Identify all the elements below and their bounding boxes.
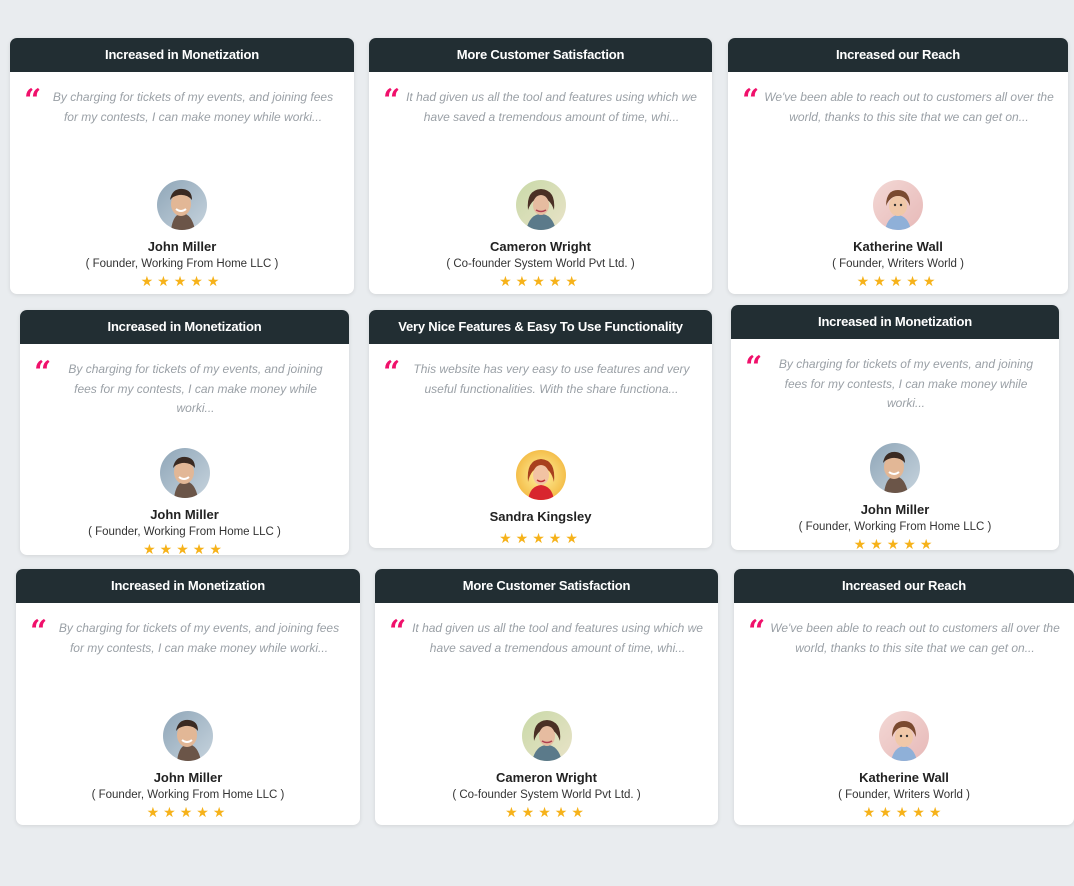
author-name: John Miller	[860, 502, 930, 517]
card-title: Increased our Reach	[728, 38, 1068, 72]
quote-icon: “	[742, 83, 759, 118]
quote-block: “ By charging for tickets of my events, …	[20, 344, 349, 418]
testimonial-card: Increased in Monetization “ By charging …	[10, 38, 354, 294]
avatar	[157, 180, 207, 230]
avatar	[879, 711, 929, 761]
author-role: ( Founder, Writers World )	[838, 789, 970, 801]
avatar	[521, 711, 572, 761]
testimonial-card: More Customer Satisfaction “ It had give…	[375, 569, 718, 825]
star-rating-icon: ★★★★★	[856, 273, 940, 289]
star-rating-icon: ★★★★★	[140, 273, 224, 289]
author-role: ( Founder, Writers World )	[832, 258, 964, 270]
quote-text: By charging for tickets of my events, an…	[778, 357, 1034, 410]
avatar	[163, 711, 213, 761]
avatar	[873, 180, 923, 230]
author-role: ( Founder, Working From Home LLC )	[88, 526, 281, 538]
testimonial-card: Increased in Monetization “ By charging …	[16, 569, 360, 825]
quote-icon: “	[383, 83, 400, 118]
author-name: John Miller	[150, 507, 219, 522]
quote-text: It had given us all the tool and feature…	[406, 90, 697, 124]
quote-text: This website has very easy to use featur…	[413, 362, 690, 396]
avatar	[515, 450, 566, 500]
quote-text: By charging for tickets of my events, an…	[52, 90, 334, 124]
card-title: Increased in Monetization	[16, 569, 360, 603]
quote-block: “ It had given us all the tool and featu…	[375, 603, 718, 677]
star-rating-icon: ★★★★★	[853, 536, 937, 550]
star-rating-icon: ★★★★★	[499, 530, 582, 546]
quote-block: “ By charging for tickets of my events, …	[16, 603, 360, 677]
card-title: Increased in Monetization	[731, 305, 1059, 339]
testimonial-card: Increased in Monetization “ By charging …	[731, 305, 1059, 550]
quote-text: By charging for tickets of my events, an…	[68, 362, 323, 415]
star-rating-icon: ★★★★★	[505, 804, 588, 820]
quote-icon: “	[383, 355, 400, 390]
testimonial-card: Very Nice Features & Easy To Use Functio…	[369, 310, 712, 548]
quote-text: We've been able to reach out to customer…	[770, 621, 1060, 655]
testimonial-card: Increased our Reach “ We've been able to…	[728, 38, 1068, 294]
card-title: Increased our Reach	[734, 569, 1074, 603]
quote-text: We've been able to reach out to customer…	[764, 90, 1054, 124]
quote-block: “ By charging for tickets of my events, …	[731, 339, 1059, 413]
author-role: ( Founder, Working From Home LLC )	[91, 789, 285, 801]
quote-icon: “	[748, 614, 765, 649]
card-title: Very Nice Features & Easy To Use Functio…	[369, 310, 712, 344]
quote-block: “ By charging for tickets of my events, …	[10, 72, 354, 146]
testimonial-card: Increased our Reach “ We've been able to…	[734, 569, 1074, 825]
quote-block: “ This website has very easy to use feat…	[369, 344, 712, 418]
author-name: Cameron Wright	[496, 770, 597, 785]
author-role: ( Founder, Working From Home LLC )	[85, 258, 279, 270]
author-role: ( Co-founder System World Pvt Ltd. )	[452, 789, 641, 801]
author-name: Katherine Wall	[859, 770, 949, 785]
quote-text: By charging for tickets of my events, an…	[58, 621, 340, 655]
author-name: Katherine Wall	[853, 239, 943, 254]
quote-block: “ We've been able to reach out to custom…	[734, 603, 1074, 677]
quote-block: “ We've been able to reach out to custom…	[728, 72, 1068, 146]
avatar	[515, 180, 566, 230]
quote-icon: “	[745, 350, 762, 385]
author-role: ( Founder, Working From Home LLC )	[798, 521, 992, 533]
quote-icon: “	[24, 83, 41, 118]
author-name: Cameron Wright	[490, 239, 591, 254]
avatar	[159, 448, 210, 498]
star-rating-icon: ★★★★★	[146, 804, 230, 820]
quote-icon: “	[30, 614, 47, 649]
star-rating-icon: ★★★★★	[862, 804, 946, 820]
quote-block: “ It had given us all the tool and featu…	[369, 72, 712, 146]
quote-text: It had given us all the tool and feature…	[412, 621, 703, 655]
card-title: More Customer Satisfaction	[369, 38, 712, 72]
star-rating-icon: ★★★★★	[499, 273, 582, 289]
author-role: ( Co-founder System World Pvt Ltd. )	[446, 258, 635, 270]
star-rating-icon: ★★★★★	[143, 541, 226, 555]
quote-icon: “	[34, 355, 51, 390]
card-title: Increased in Monetization	[20, 310, 349, 344]
card-title: Increased in Monetization	[10, 38, 354, 72]
author-name: John Miller	[153, 770, 223, 785]
avatar	[870, 443, 920, 493]
testimonial-card: More Customer Satisfaction “ It had give…	[369, 38, 712, 294]
testimonial-card: Increased in Monetization “ By charging …	[20, 310, 349, 555]
quote-icon: “	[389, 614, 406, 649]
author-name: Sandra Kingsley	[489, 509, 592, 524]
card-title: More Customer Satisfaction	[375, 569, 718, 603]
author-name: John Miller	[147, 239, 217, 254]
